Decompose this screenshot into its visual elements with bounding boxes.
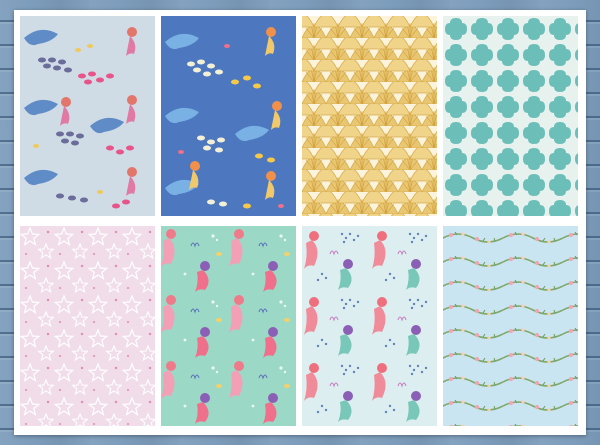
seaweed-garland-icon — [443, 226, 578, 426]
pattern-tile-7 — [302, 226, 437, 426]
mermaid-dolphin-pattern — [20, 16, 155, 216]
sticker-sheet — [14, 10, 586, 435]
garland-pattern — [443, 226, 578, 426]
starfish-pattern — [20, 226, 155, 426]
scallop-shell-pattern — [302, 16, 437, 216]
mermaid-pattern — [302, 226, 437, 426]
shell-icon — [302, 16, 437, 216]
pattern-tile-4 — [443, 16, 578, 216]
pattern-tile-1 — [20, 16, 155, 216]
mermaid-icon — [161, 226, 296, 426]
pattern-tile-5 — [20, 226, 155, 426]
mermaid-pattern — [161, 226, 296, 426]
quatrefoil-pattern — [443, 16, 578, 216]
pattern-tile-6 — [161, 226, 296, 426]
pattern-tile-3 — [302, 16, 437, 216]
starfish-icon — [20, 226, 155, 426]
pattern-tile-2 — [161, 16, 296, 216]
mermaid-dolphin-pattern — [161, 16, 296, 216]
quatrefoil-icon — [443, 16, 578, 216]
pattern-tile-8 — [443, 226, 578, 426]
mermaid-icon — [302, 226, 437, 426]
